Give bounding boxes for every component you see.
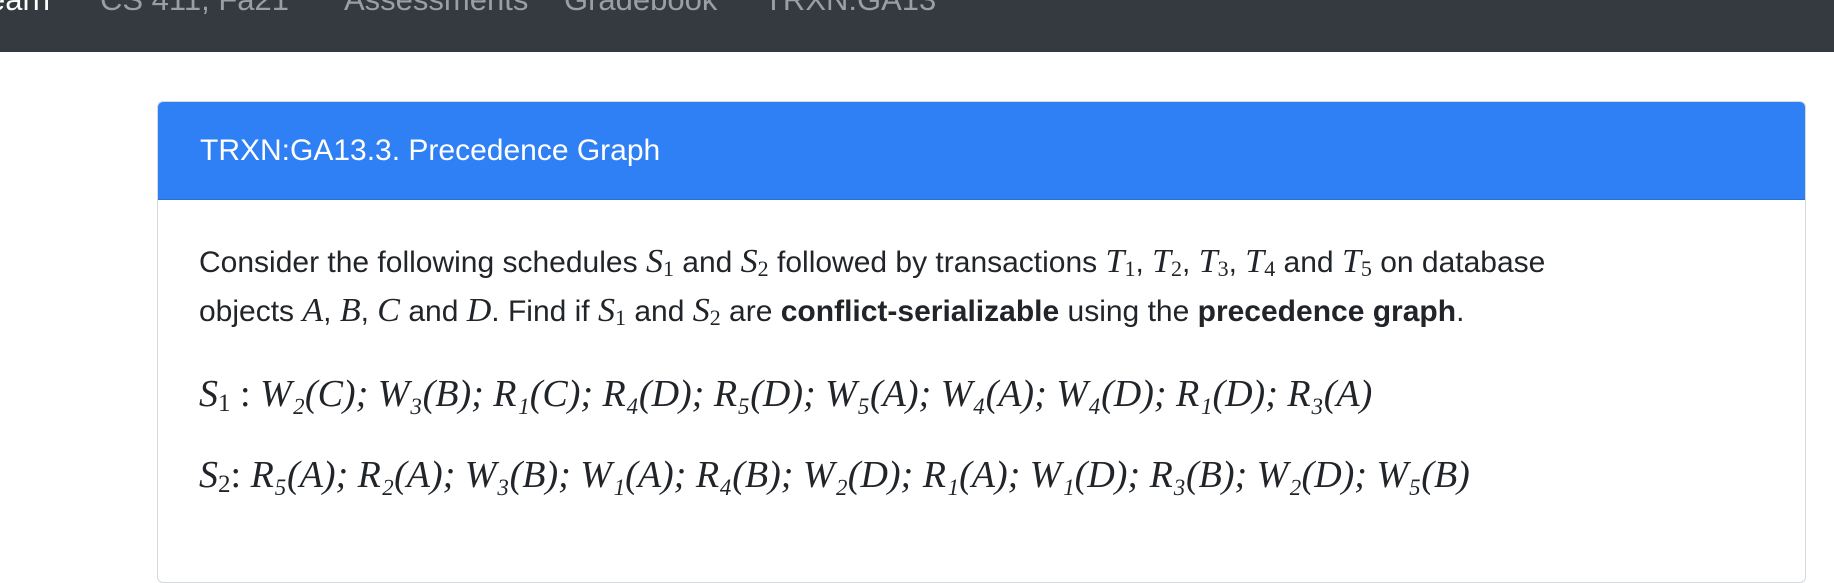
top-navbar: earn CS 411, Fa21 Assessments Gradebook … <box>0 0 1834 52</box>
prompt-text: are <box>720 295 781 328</box>
math-t5: T5 <box>1341 243 1372 281</box>
schedule-label-sub: 1 <box>218 390 231 417</box>
prompt-text: , <box>1182 246 1199 279</box>
math-c: C <box>377 292 400 329</box>
schedule-label: S <box>199 454 218 496</box>
schedule-label: S <box>199 373 218 415</box>
question-prompt: Consider the following schedules S1 and … <box>199 238 1759 336</box>
prompt-text: , <box>360 295 378 328</box>
prompt-text: and <box>625 295 693 328</box>
prompt-text: . <box>1456 295 1465 328</box>
schedule-separator: : <box>230 373 261 415</box>
prompt-text: . Find if <box>491 295 598 328</box>
math-t4: T4 <box>1245 243 1276 281</box>
term-precedence-graph: precedence graph <box>1197 295 1457 328</box>
nav-course-link[interactable]: CS 411, Fa21 <box>100 0 289 20</box>
question-card: TRXN:GA13.3. Precedence Graph Consider t… <box>157 101 1806 583</box>
math-s2: S2 <box>692 292 721 330</box>
math-d: D <box>466 292 492 329</box>
nav-assessments-link[interactable]: Assessments <box>344 0 528 20</box>
math-t3: T3 <box>1198 243 1229 281</box>
schedule-label-sub: 2 <box>218 471 231 498</box>
prompt-text: , <box>1228 246 1246 279</box>
math-t2: T2 <box>1152 243 1183 281</box>
nav-brand[interactable]: earn <box>0 0 50 20</box>
nav-assessment-link[interactable]: TRXN:GA13 <box>764 0 936 20</box>
prompt-text: , <box>323 295 340 328</box>
schedule-s1: S1 : W₂(C); W₃(B); R₁(C); R₄(D); R₅(D); … <box>199 371 1372 417</box>
prompt-text: and <box>399 295 467 328</box>
prompt-text: objects <box>199 295 303 328</box>
prompt-text: , <box>1135 246 1153 279</box>
math-s2: S2 <box>740 243 769 281</box>
math-t1: T1 <box>1105 243 1136 281</box>
prompt-text: followed by transactions <box>768 246 1106 279</box>
schedule-separator: : <box>230 454 251 496</box>
nav-gradebook-link[interactable]: Gradebook <box>564 0 717 20</box>
prompt-text: and <box>673 246 741 279</box>
prompt-text: Consider the following schedules <box>199 246 646 279</box>
math-s1: S1 <box>645 243 674 281</box>
question-title: TRXN:GA13.3. Precedence Graph <box>200 134 661 167</box>
schedule-s2: S2: R₅(A); R₂(A); W₃(B); W₁(A); R₄(B); W… <box>199 452 1470 498</box>
prompt-text: and <box>1275 246 1342 279</box>
prompt-text: using the <box>1059 295 1198 328</box>
math-a: A <box>302 292 324 329</box>
question-header: TRXN:GA13.3. Precedence Graph <box>158 102 1805 200</box>
schedule-operations: W₂(C); W₃(B); R₁(C); R₄(D); R₅(D); W₅(A)… <box>260 373 1373 415</box>
schedule-operations: R₅(A); R₂(A); W₃(B); W₁(A); R₄(B); W₂(D)… <box>250 454 1470 496</box>
math-s1: S1 <box>597 292 626 330</box>
prompt-text: on database <box>1371 246 1546 279</box>
term-conflict-serializable: conflict-serializable <box>780 295 1060 328</box>
math-b: B <box>339 292 361 329</box>
